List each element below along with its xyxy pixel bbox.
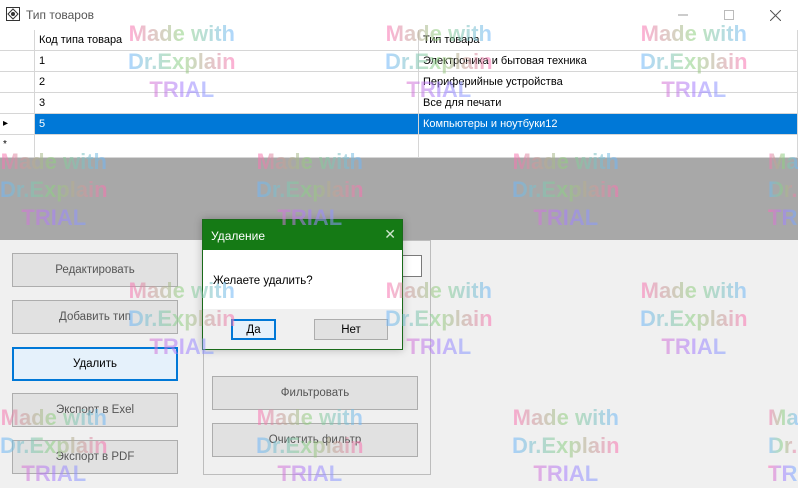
cell-type[interactable]: Все для печати bbox=[419, 93, 798, 114]
clear-filter-button[interactable]: Очистить фильтр bbox=[212, 423, 418, 457]
window-title: Тип товаров bbox=[26, 8, 95, 22]
row-header[interactable] bbox=[0, 72, 35, 93]
cell-new-code[interactable] bbox=[35, 135, 419, 158]
column-header-type[interactable]: Тип товара bbox=[419, 30, 798, 51]
cell-code[interactable]: 2 bbox=[35, 72, 419, 93]
row-header-new[interactable]: * bbox=[0, 135, 35, 158]
cell-code[interactable]: 1 bbox=[35, 51, 419, 72]
maximize-icon[interactable] bbox=[706, 0, 752, 30]
filter-input[interactable] bbox=[402, 255, 422, 277]
cell-code[interactable]: 3 bbox=[35, 93, 419, 114]
window-titlebar: Тип товаров bbox=[0, 0, 798, 30]
data-grid[interactable]: Код типа товара Тип товара 1 Электроника… bbox=[0, 30, 798, 158]
minimize-icon[interactable] bbox=[660, 0, 706, 30]
new-row-marker-icon: * bbox=[3, 139, 7, 150]
grid-corner bbox=[0, 30, 35, 51]
row-header[interactable] bbox=[0, 51, 35, 72]
app-icon bbox=[6, 7, 20, 21]
edit-button[interactable]: Редактировать bbox=[12, 253, 178, 287]
add-type-button[interactable]: Добавить тип bbox=[12, 300, 178, 334]
watermark: Made withDr.ExplainTRIAL bbox=[512, 405, 620, 486]
current-row-marker-icon: ▸ bbox=[3, 118, 9, 129]
dialog-body: Желаете удалить? bbox=[203, 250, 402, 309]
watermark: Made withDr.ExplainTRIAL bbox=[640, 278, 748, 359]
yes-button[interactable]: Да bbox=[231, 319, 276, 340]
export-excel-button[interactable]: Экспорт в Exel bbox=[12, 393, 178, 427]
cell-code-selected[interactable]: 5 bbox=[35, 114, 419, 135]
dialog-title: Удаление bbox=[211, 229, 266, 243]
watermark: Made withDr.ExplainTRIAL bbox=[768, 405, 798, 486]
dialog-titlebar: Удаление ✕ bbox=[203, 220, 402, 250]
cell-type[interactable]: Периферийные устройства bbox=[419, 72, 798, 93]
row-header[interactable] bbox=[0, 93, 35, 114]
close-icon[interactable] bbox=[752, 0, 798, 30]
row-header-current[interactable]: ▸ bbox=[0, 114, 35, 135]
column-header-code[interactable]: Код типа товара bbox=[35, 30, 419, 51]
cell-new-type[interactable] bbox=[419, 135, 798, 158]
delete-button[interactable]: Удалить bbox=[12, 347, 178, 381]
cell-type-selected[interactable]: Компьютеры и ноутбуки12 bbox=[419, 114, 798, 135]
close-icon[interactable]: ✕ bbox=[384, 226, 396, 243]
delete-dialog: Удаление ✕ Желаете удалить? Да Нет bbox=[202, 219, 403, 350]
dialog-message: Желаете удалить? bbox=[213, 275, 313, 287]
cell-type[interactable]: Электроника и бытовая техника bbox=[419, 51, 798, 72]
export-pdf-button[interactable]: Экспорт в PDF bbox=[12, 440, 178, 474]
no-button[interactable]: Нет bbox=[314, 319, 388, 340]
filter-button[interactable]: Фильтровать bbox=[212, 376, 418, 410]
